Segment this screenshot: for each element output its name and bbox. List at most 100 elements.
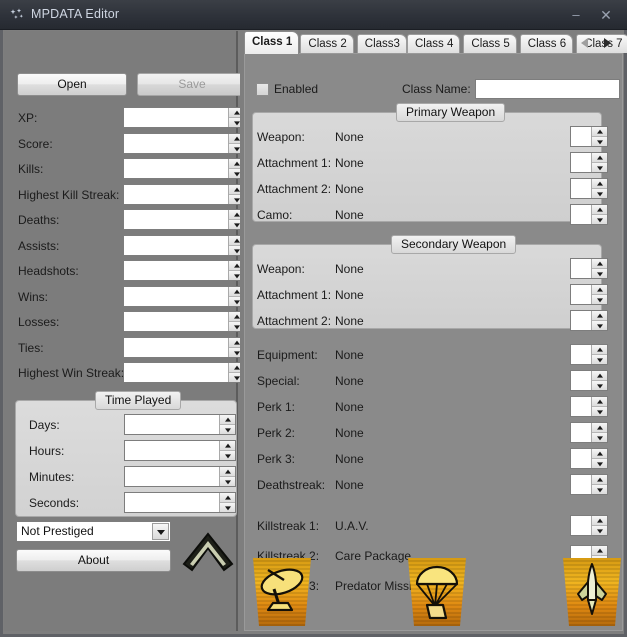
prestige-select[interactable]: Not Prestiged — [16, 521, 171, 542]
stat-spinner[interactable] — [123, 133, 245, 154]
spinner-field[interactable] — [571, 475, 591, 494]
spinner-field[interactable] — [125, 493, 219, 512]
spinner-down-icon[interactable] — [592, 162, 607, 172]
open-button[interactable]: Open — [17, 73, 127, 96]
stat-spinner[interactable] — [123, 311, 245, 332]
spinner-field[interactable] — [124, 236, 228, 255]
spinner-down-icon[interactable] — [592, 214, 607, 224]
loadout-row-spinner[interactable] — [570, 370, 608, 391]
spinner-buttons[interactable] — [591, 475, 607, 494]
enabled-checkbox[interactable] — [256, 83, 269, 96]
spinner-field[interactable] — [124, 261, 228, 280]
spinner-up-icon[interactable] — [592, 127, 607, 136]
spinner-up-icon[interactable] — [592, 179, 607, 188]
stat-spinner[interactable] — [123, 158, 245, 179]
spinner-field[interactable] — [124, 108, 228, 127]
spinner-field[interactable] — [571, 371, 591, 390]
spinner-up-icon[interactable] — [592, 153, 607, 162]
spinner-down-icon[interactable] — [220, 424, 235, 434]
loadout-row-spinner[interactable] — [570, 344, 608, 365]
spinner-field[interactable] — [571, 449, 591, 468]
spinner-field[interactable] — [571, 285, 591, 304]
spinner-field[interactable] — [124, 210, 228, 229]
spinner-field[interactable] — [124, 287, 228, 306]
secondary-row-spinner[interactable] — [570, 258, 608, 279]
spinner-field[interactable] — [125, 415, 219, 434]
spinner-field[interactable] — [125, 441, 219, 460]
tab-class-6[interactable]: Class 6 — [519, 34, 574, 53]
stat-spinner[interactable] — [123, 362, 245, 383]
chevron-left-icon[interactable] — [581, 38, 594, 48]
spinner-down-icon[interactable] — [220, 502, 235, 512]
spinner-field[interactable] — [571, 179, 591, 198]
spinner-down-icon[interactable] — [592, 458, 607, 468]
spinner-up-icon[interactable] — [220, 467, 235, 476]
spinner-up-icon[interactable] — [592, 205, 607, 214]
spinner-buttons[interactable] — [591, 259, 607, 278]
spinner-buttons[interactable] — [219, 467, 235, 486]
spinner-field[interactable] — [124, 312, 228, 331]
spinner-field[interactable] — [571, 127, 591, 146]
stat-spinner[interactable] — [123, 209, 245, 230]
primary-row-spinner[interactable] — [570, 152, 608, 173]
spinner-field[interactable] — [571, 423, 591, 442]
spinner-up-icon[interactable] — [220, 493, 235, 502]
spinner-down-icon[interactable] — [592, 320, 607, 330]
time-spinner[interactable] — [124, 440, 236, 461]
spinner-down-icon[interactable] — [592, 525, 607, 535]
spinner-field[interactable] — [124, 185, 228, 204]
time-spinner[interactable] — [124, 466, 236, 487]
chevron-right-icon[interactable] — [604, 38, 611, 48]
spinner-buttons[interactable] — [219, 415, 235, 434]
spinner-field[interactable] — [125, 467, 219, 486]
save-button[interactable]: Save — [137, 73, 247, 96]
spinner-buttons[interactable] — [591, 516, 607, 535]
spinner-up-icon[interactable] — [592, 516, 607, 525]
spinner-field[interactable] — [571, 516, 591, 535]
tab-class-1[interactable]: Class 1 — [244, 31, 300, 54]
spinner-down-icon[interactable] — [592, 294, 607, 304]
tab-class-5[interactable]: Class 5 — [463, 34, 517, 53]
spinner-buttons[interactable] — [591, 423, 607, 442]
tab-class-3[interactable]: Class3 — [356, 34, 407, 53]
secondary-row-spinner[interactable] — [570, 310, 608, 331]
stat-spinner[interactable] — [123, 184, 245, 205]
spinner-field[interactable] — [571, 259, 591, 278]
about-button[interactable]: About — [16, 549, 171, 572]
chevron-down-icon[interactable] — [152, 523, 169, 540]
spinner-field[interactable] — [571, 345, 591, 364]
time-spinner[interactable] — [124, 414, 236, 435]
spinner-buttons[interactable] — [591, 179, 607, 198]
primary-row-spinner[interactable] — [570, 204, 608, 225]
spinner-field[interactable] — [124, 159, 228, 178]
spinner-field[interactable] — [124, 363, 228, 382]
spinner-field[interactable] — [571, 311, 591, 330]
spinner-up-icon[interactable] — [592, 449, 607, 458]
spinner-buttons[interactable] — [219, 493, 235, 512]
spinner-down-icon[interactable] — [592, 268, 607, 278]
killstreak-row-spinner[interactable] — [570, 515, 608, 536]
spinner-down-icon[interactable] — [592, 380, 607, 390]
primary-row-spinner[interactable] — [570, 126, 608, 147]
spinner-field[interactable] — [124, 338, 228, 357]
stat-spinner[interactable] — [123, 235, 245, 256]
spinner-field[interactable] — [571, 153, 591, 172]
spinner-buttons[interactable] — [591, 127, 607, 146]
close-button[interactable]: ✕ — [595, 6, 617, 24]
spinner-up-icon[interactable] — [592, 345, 607, 354]
loadout-row-spinner[interactable] — [570, 448, 608, 469]
spinner-down-icon[interactable] — [592, 354, 607, 364]
time-spinner[interactable] — [124, 492, 236, 513]
spinner-buttons[interactable] — [219, 441, 235, 460]
spinner-up-icon[interactable] — [592, 475, 607, 484]
stat-spinner[interactable] — [123, 337, 245, 358]
spinner-buttons[interactable] — [591, 285, 607, 304]
spinner-up-icon[interactable] — [592, 285, 607, 294]
spinner-field[interactable] — [571, 205, 591, 224]
spinner-buttons[interactable] — [591, 345, 607, 364]
spinner-buttons[interactable] — [591, 371, 607, 390]
primary-row-spinner[interactable] — [570, 178, 608, 199]
spinner-up-icon[interactable] — [220, 415, 235, 424]
spinner-up-icon[interactable] — [592, 397, 607, 406]
spinner-up-icon[interactable] — [592, 546, 607, 555]
